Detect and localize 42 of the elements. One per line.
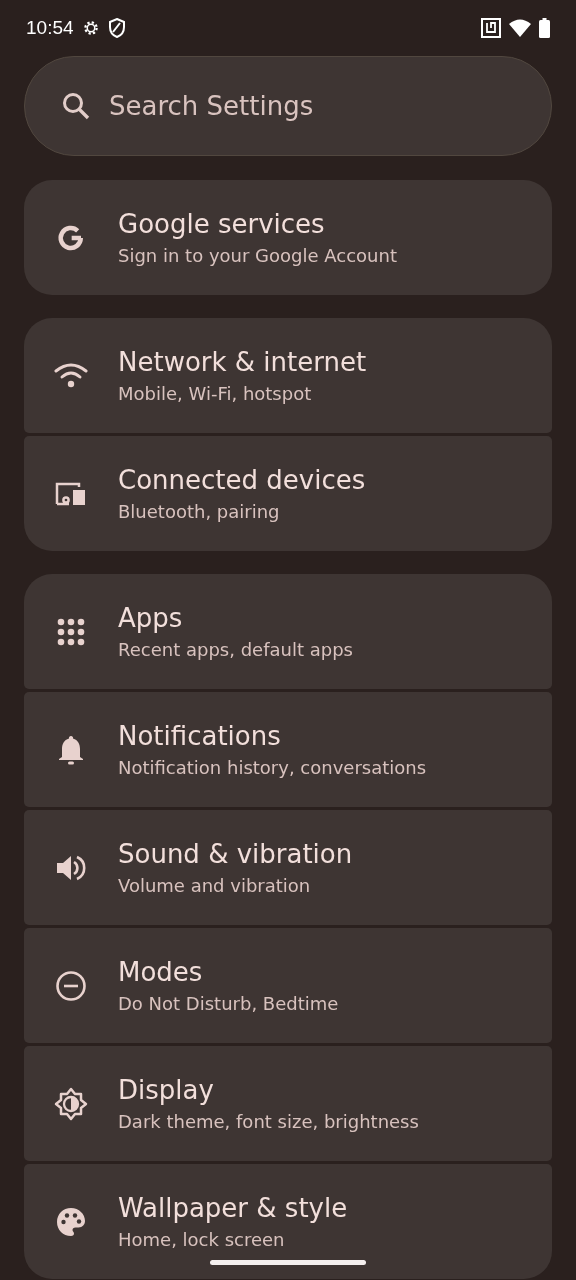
item-subtitle: Dark theme, font size, brightness	[118, 1111, 419, 1132]
palette-icon	[55, 1205, 87, 1238]
bell-icon	[57, 733, 85, 766]
item-title: Network & internet	[118, 347, 367, 377]
item-subtitle: Sign in to your Google Account	[118, 245, 397, 266]
settings-item[interactable]: Display Dark theme, font size, brightness	[24, 1046, 552, 1161]
settings-item[interactable]: Sound & vibration Volume and vibration	[24, 810, 552, 925]
item-title: Sound & vibration	[118, 839, 353, 869]
battery-icon	[539, 18, 550, 38]
settings-item[interactable]: Network & internet Mobile, Wi-Fi, hotspot	[24, 318, 552, 433]
wifi-signal-icon	[509, 19, 531, 37]
gear-icon	[81, 19, 100, 37]
item-subtitle: Recent apps, default apps	[118, 639, 353, 660]
item-title: Display	[118, 1075, 215, 1105]
item-title: Google services	[118, 209, 326, 239]
search-bar[interactable]: Search Settings	[24, 56, 552, 156]
minus-circle-icon	[55, 969, 87, 1002]
search-icon	[61, 91, 91, 121]
item-subtitle: Do Not Disturb, Bedtime	[118, 993, 339, 1014]
settings-item[interactable]: Modes Do Not Disturb, Bedtime	[24, 928, 552, 1043]
settings-item[interactable]: Wallpaper & style Home, lock screen	[24, 1164, 552, 1279]
settings-item[interactable]: Apps Recent apps, default apps	[24, 574, 552, 689]
item-title: Modes	[118, 957, 204, 987]
search-field[interactable]: Search Settings	[107, 90, 551, 122]
item-subtitle: Volume and vibration	[118, 875, 312, 896]
item-title: Apps	[118, 603, 184, 633]
settings-item[interactable]: Notifications Notification history, conversations	[24, 692, 552, 807]
item-subtitle: Home, lock screen	[118, 1229, 286, 1250]
item-title: Notifications	[118, 721, 282, 751]
app-grid-icon	[57, 617, 85, 646]
nfc-icon	[481, 18, 501, 38]
item-subtitle: Bluetooth, pairing	[118, 501, 281, 522]
item-title: Connected devices	[118, 465, 366, 495]
clock: 10:54	[26, 17, 74, 39]
settings-item[interactable]: Connected devices Bluetooth, pairing	[24, 436, 552, 551]
settings-item[interactable]: Google services Sign in to your Google Account	[24, 180, 552, 295]
brightness-icon	[54, 1086, 88, 1121]
item-title: Wallpaper & style	[118, 1193, 348, 1223]
gesture-bar[interactable]	[210, 1260, 366, 1265]
shield-icon	[107, 18, 126, 38]
item-subtitle: Notification history, conversations	[118, 757, 427, 778]
item-subtitle: Mobile, Wi-Fi, hotspot	[118, 383, 313, 404]
